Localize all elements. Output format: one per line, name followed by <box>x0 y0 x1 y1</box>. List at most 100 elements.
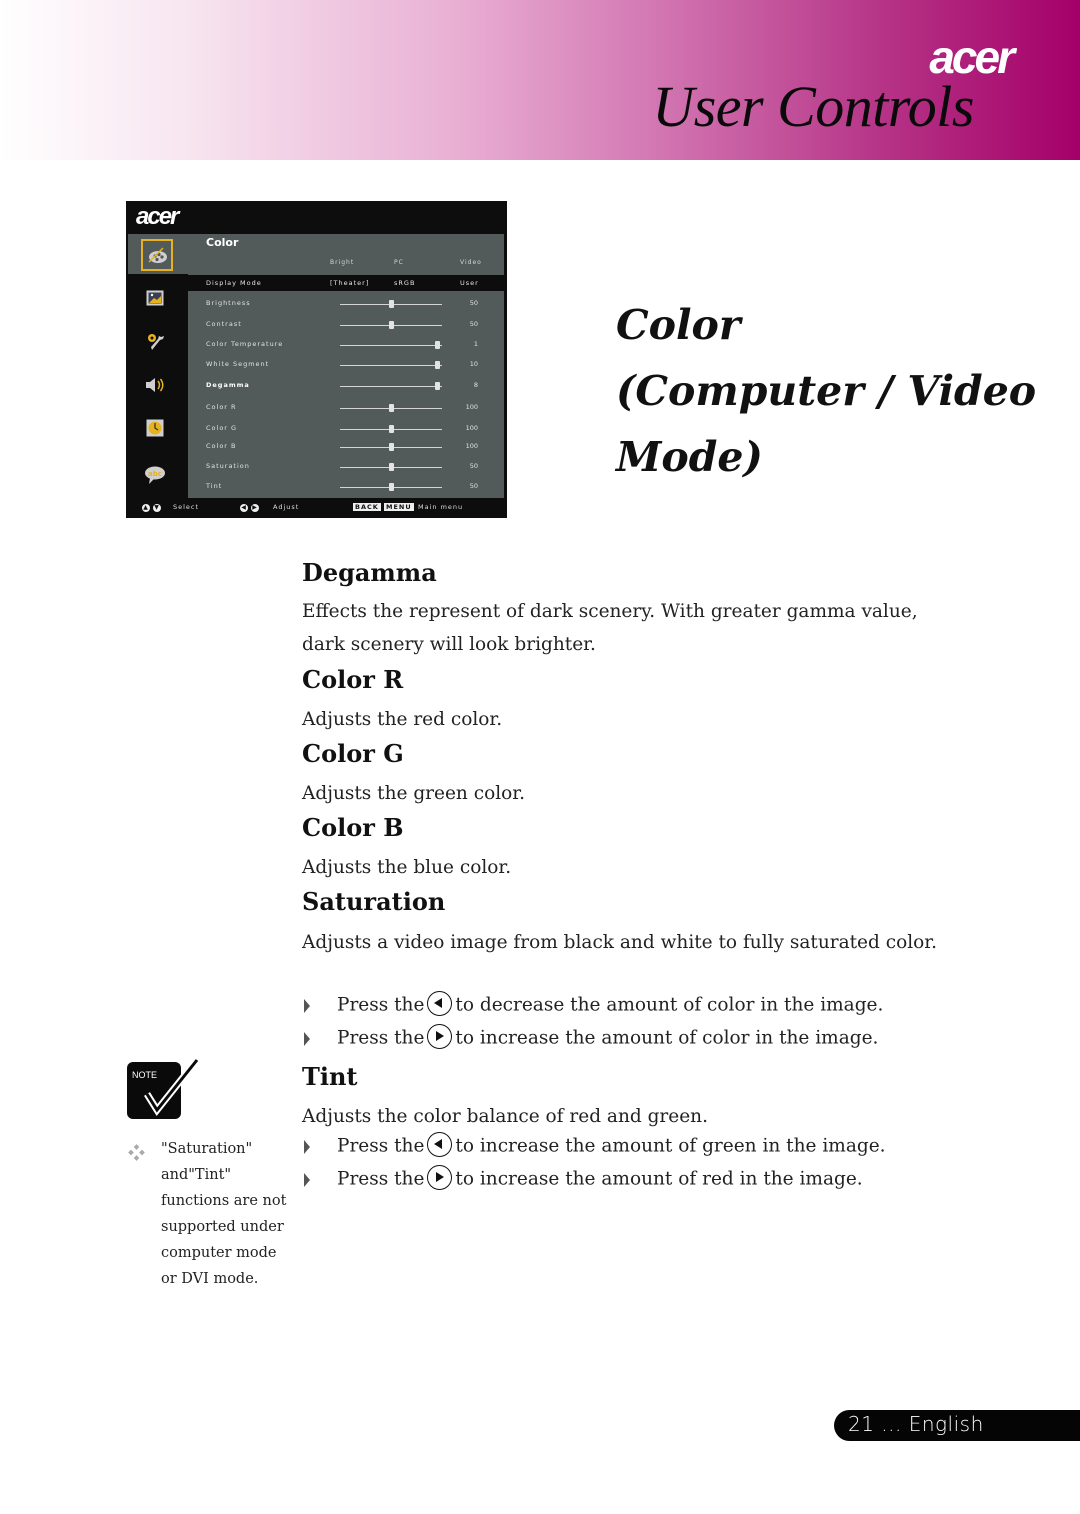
saturation-description: Adjusts a video image from black and whi… <box>302 932 937 953</box>
color-g-heading: Color G <box>302 739 404 768</box>
osd-slider-knob[interactable] <box>434 361 440 369</box>
section-title-line-3: Mode) <box>616 433 763 481</box>
osd-header-bar <box>128 234 504 274</box>
osd-column-bright: Bright <box>330 259 355 266</box>
color-b-heading: Color B <box>302 813 404 842</box>
osd-slider-knob[interactable] <box>389 443 394 451</box>
language-bubble-icon[interactable]: abc <box>144 465 166 485</box>
osd-setting-row[interactable]: Color B 100 <box>188 438 504 456</box>
right-arrow-button-icon <box>427 1024 453 1049</box>
header-banner: acer User Controls <box>0 0 1080 160</box>
clock-icon[interactable] <box>144 418 166 438</box>
bullet-prefix: Press the <box>337 994 425 1016</box>
osd-setting-row[interactable]: Degamma 8 <box>188 377 504 395</box>
osd-setting-value: 100 <box>465 403 478 411</box>
page-title: User Controls <box>652 74 974 139</box>
osd-setting-label: White Segment <box>206 360 270 368</box>
osd-setting-label: Color R <box>206 403 237 411</box>
osd-setting-row[interactable]: Color G 100 <box>188 420 504 438</box>
osd-slider-knob[interactable] <box>389 425 394 433</box>
osd-slider-knob[interactable] <box>389 321 394 329</box>
osd-setting-value: 10 <box>469 360 478 368</box>
bullet-prefix: Press the <box>337 1027 425 1049</box>
osd-slider-knob[interactable] <box>434 382 440 390</box>
osd-slider-track[interactable] <box>340 365 442 366</box>
osd-back-key[interactable]: BACK <box>353 503 381 511</box>
bullet-prefix: Press the <box>337 1168 425 1190</box>
osd-setting-value: 50 <box>469 482 478 490</box>
diamond-bullet-icon <box>128 1144 145 1161</box>
osd-setting-row[interactable]: White Segment 10 <box>188 356 504 374</box>
osd-slider-knob[interactable] <box>434 341 440 349</box>
osd-setting-value: 1 <box>473 340 478 348</box>
image-icon[interactable] <box>144 288 166 308</box>
osd-setting-label: Color G <box>206 424 238 432</box>
osd-setting-value: 100 <box>465 424 478 432</box>
osd-main-menu-hint: Main menu <box>418 503 464 511</box>
osd-mode-theater[interactable]: [Theater] <box>330 279 369 287</box>
bullet-triangle-icon <box>304 1032 310 1046</box>
section-title: Color (Computer / Video Mode) <box>616 292 1036 490</box>
bullet-text: to decrease the amount of color in the i… <box>455 994 884 1016</box>
bullet-text: to increase the amount of green in the i… <box>455 1135 886 1157</box>
osd-setting-label: Saturation <box>206 462 250 470</box>
checkmark-icon <box>144 1058 200 1117</box>
osd-setting-value: 8 <box>473 381 478 389</box>
bullet-prefix: Press the <box>337 1135 425 1157</box>
osd-slider-knob[interactable] <box>389 483 394 491</box>
note-icon: NOTE <box>127 1058 200 1119</box>
osd-mode-user[interactable]: User <box>460 279 479 287</box>
osd-acer-logo: acer <box>136 203 179 230</box>
tint-description: Adjusts the color balance of red and gre… <box>302 1106 708 1127</box>
color-r-heading: Color R <box>302 665 404 694</box>
saturation-heading: Saturation <box>302 887 446 916</box>
osd-column-pc: PC <box>394 259 404 266</box>
osd-setting-row[interactable]: Saturation 50 <box>188 458 504 476</box>
left-arrow-button-icon <box>427 991 453 1016</box>
note-text: "Saturation" and"Tint" functions are not… <box>161 1141 287 1287</box>
osd-slider-knob[interactable] <box>389 463 394 471</box>
osd-slider-track[interactable] <box>340 386 442 387</box>
osd-setting-row[interactable]: Color R 100 <box>188 399 504 417</box>
bullet-text: to increase the amount of color in the i… <box>455 1027 879 1049</box>
osd-setting-row[interactable]: Tint 50 <box>188 478 504 496</box>
svg-text:abc: abc <box>148 470 162 478</box>
tint-heading: Tint <box>302 1062 358 1091</box>
degamma-description: Effects the represent of dark scenery. W… <box>302 601 918 655</box>
bullet-triangle-icon <box>304 999 310 1013</box>
osd-setting-label: Degamma <box>206 381 250 389</box>
osd-setting-value: 50 <box>469 299 478 307</box>
osd-select-hint: Select <box>173 503 200 511</box>
color-palette-icon[interactable] <box>141 239 173 271</box>
section-title-line-1: Color <box>616 301 741 349</box>
osd-setting-label: Brightness <box>206 299 251 307</box>
speaker-icon[interactable] <box>144 375 166 395</box>
osd-slider-track[interactable] <box>340 345 442 346</box>
osd-column-video: Video <box>460 259 482 266</box>
osd-setting-row[interactable]: Contrast 50 <box>188 316 504 334</box>
color-r-description: Adjusts the red color. <box>302 709 503 730</box>
osd-adjust-hint: Adjust <box>273 503 300 511</box>
osd-setting-row[interactable]: Brightness 50 <box>188 295 504 313</box>
osd-setting-value: 50 <box>469 320 478 328</box>
osd-setting-value: 50 <box>469 462 478 470</box>
color-b-description: Adjusts the blue color. <box>302 857 512 878</box>
osd-slider-knob[interactable] <box>389 404 394 412</box>
osd-setting-row[interactable]: Color Temperature 1 <box>188 336 504 354</box>
osd-setting-label: Tint <box>206 482 223 490</box>
osd-setting-label: Contrast <box>206 320 242 328</box>
osd-setting-label: Color Temperature <box>206 340 284 348</box>
up-down-arrows-icon: ▲ ▼ <box>142 504 162 512</box>
page-number-language: 21 ... English <box>848 1412 984 1436</box>
osd-menu-title: Color <box>206 236 239 249</box>
settings-wrench-icon[interactable] <box>144 331 166 351</box>
left-right-arrows-icon: ◀ ▶ <box>240 504 260 512</box>
bullet-triangle-icon <box>304 1140 310 1154</box>
osd-mode-srgb[interactable]: sRGB <box>394 279 415 287</box>
osd-slider-knob[interactable] <box>389 300 394 308</box>
osd-menu-key[interactable]: MENU <box>384 503 414 511</box>
color-g-description: Adjusts the green color. <box>302 783 525 804</box>
osd-footer-hints: ▲ ▼ Select ◀ ▶ Adjust BACK MENU Main men… <box>126 498 507 518</box>
degamma-heading: Degamma <box>302 558 437 587</box>
osd-setting-value: 100 <box>465 442 478 450</box>
